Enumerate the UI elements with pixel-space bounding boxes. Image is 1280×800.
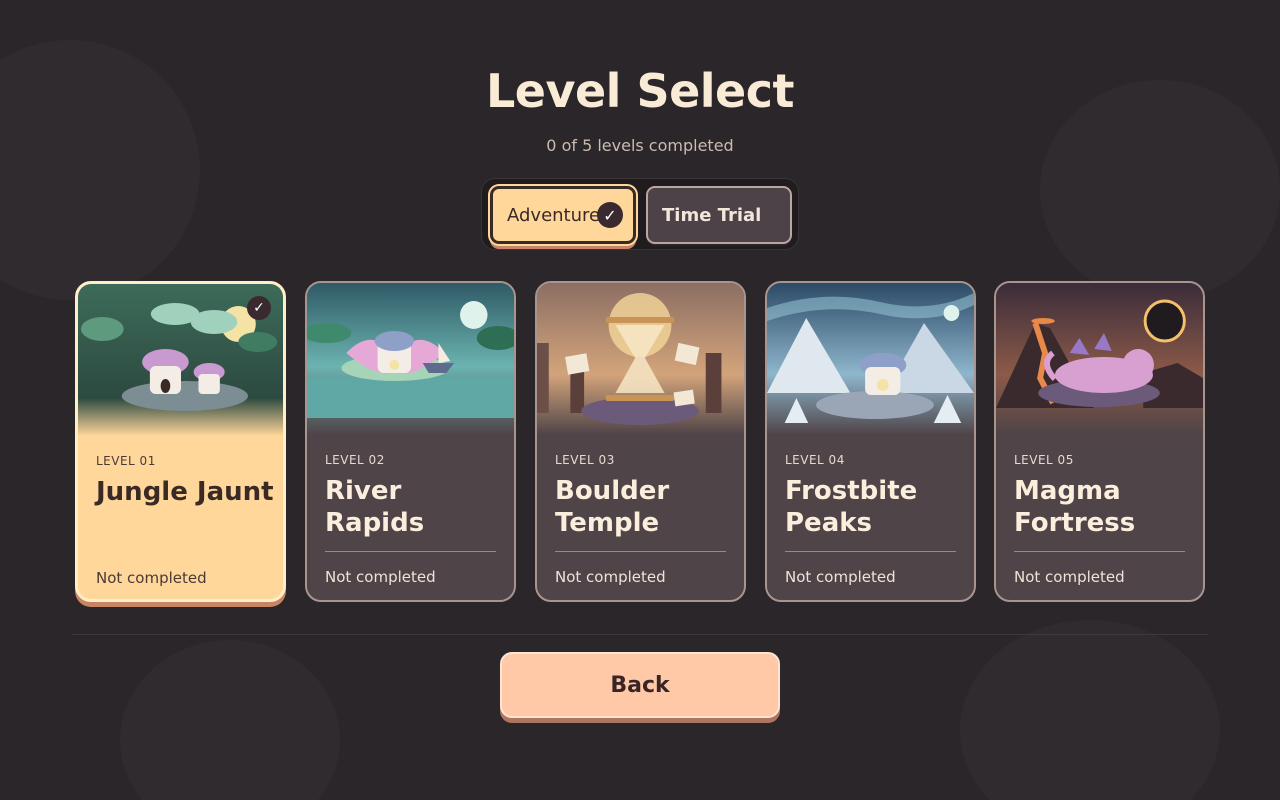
level-name: Frostbite Peaks	[785, 476, 918, 538]
back-button[interactable]: Back	[500, 652, 780, 718]
level-status: Not completed	[1014, 568, 1125, 586]
mode-toggle: Adventure ✓ Time Trial	[481, 178, 799, 250]
check-icon: ✓	[597, 202, 623, 228]
level-number: LEVEL 03	[555, 453, 615, 467]
level-status: Not completed	[325, 568, 436, 586]
level-number: LEVEL 02	[325, 453, 385, 467]
progress-text: 0 of 5 levels completed	[546, 136, 734, 155]
background-decoration	[120, 640, 340, 800]
level-card-4[interactable]: LEVEL 04 Frostbite Peaks Not completed	[765, 281, 976, 602]
mode-adventure-label: Adventure	[507, 204, 601, 226]
level-card-1[interactable]: ✓ LEVEL 01 Jungle Jaunt Not completed	[75, 281, 286, 602]
page-title: Level Select	[485, 64, 795, 118]
level-status: Not completed	[785, 568, 896, 586]
background-decoration	[960, 620, 1220, 800]
level-card-2[interactable]: LEVEL 02 River Rapids Not completed	[305, 281, 516, 602]
mode-time-trial-label: Time Trial	[662, 204, 762, 226]
level-name: Jungle Jaunt	[96, 477, 274, 507]
level-status: Not completed	[96, 569, 207, 587]
card-divider	[325, 551, 496, 552]
footer-divider	[72, 634, 1208, 635]
mode-time-trial-button[interactable]: Time Trial	[646, 186, 792, 244]
level-card-3[interactable]: LEVEL 03 Boulder Temple Not completed	[535, 281, 746, 602]
mode-adventure-button[interactable]: Adventure ✓	[490, 186, 636, 244]
level-card-5[interactable]: LEVEL 05 Magma Fortress Not completed	[994, 281, 1205, 602]
check-icon: ✓	[247, 296, 271, 320]
level-5-artwork	[996, 283, 1203, 435]
card-divider	[555, 551, 726, 552]
level-number: LEVEL 01	[96, 454, 156, 468]
level-name: Boulder Temple	[555, 476, 670, 538]
level-number: LEVEL 05	[1014, 453, 1074, 467]
level-name: Magma Fortress	[1014, 476, 1136, 538]
level-number: LEVEL 04	[785, 453, 845, 467]
level-4-artwork	[767, 283, 974, 435]
level-2-artwork	[307, 283, 514, 435]
card-divider	[785, 551, 956, 552]
level-status: Not completed	[555, 568, 666, 586]
level-3-artwork	[537, 283, 744, 435]
card-divider	[1014, 551, 1185, 552]
level-name: River Rapids	[325, 476, 425, 538]
